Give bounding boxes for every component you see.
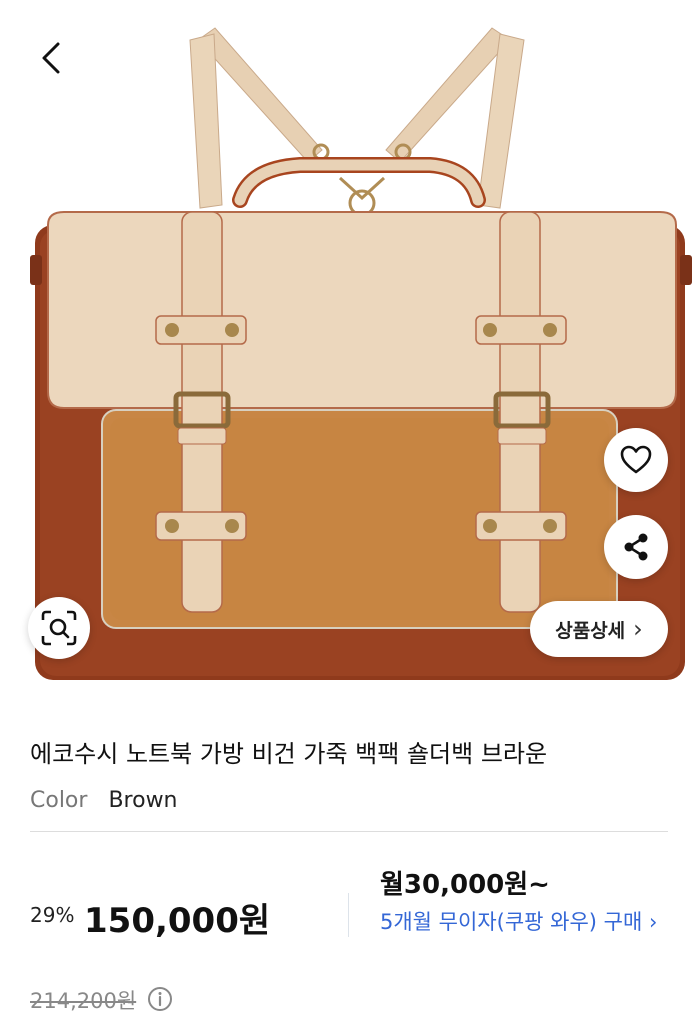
product-image[interactable]: 상품상세 › — [0, 0, 698, 700]
divider — [30, 831, 668, 832]
product-detail-label: 상품상세 — [555, 619, 626, 642]
chevron-left-icon — [42, 42, 60, 74]
sale-price: 150,000원 — [84, 901, 271, 941]
share-button[interactable] — [604, 515, 668, 579]
share-icon — [624, 533, 648, 561]
monthly-price: 월30,000원~ — [380, 870, 550, 900]
option-value: Brown — [108, 788, 178, 813]
product-title: 에코수시 노트북 가방 비건 가죽 백팩 숄더백 브라운 — [30, 740, 548, 768]
option-label: Color — [30, 788, 88, 813]
chevron-right-icon: › — [633, 615, 643, 643]
image-search-button[interactable] — [28, 597, 90, 659]
heart-icon — [620, 445, 652, 474]
price-info-button[interactable] — [147, 986, 173, 1012]
bag-photo — [30, 27, 692, 680]
installment-link[interactable]: 5개월 무이자(쿠팡 와우) 구매 › — [380, 906, 660, 939]
discount-rate: 29% — [30, 903, 75, 927]
product-detail-button[interactable]: 상품상세 › — [530, 601, 668, 657]
search-lens-icon — [41, 610, 77, 646]
option-row: Color Brown — [30, 788, 178, 813]
back-button[interactable] — [30, 36, 74, 80]
original-price: 214,200원 — [30, 989, 137, 1013]
info-icon — [148, 987, 172, 1011]
price-separator — [348, 893, 349, 937]
wishlist-button[interactable] — [604, 428, 668, 492]
